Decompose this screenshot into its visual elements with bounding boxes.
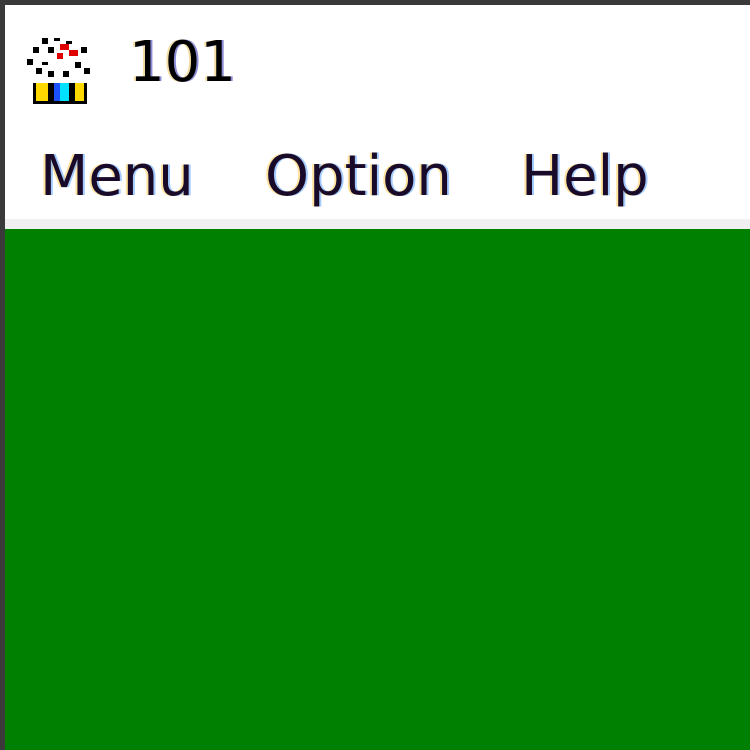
menu-item-menu[interactable]: Menu xyxy=(40,145,194,209)
menu-item-option[interactable]: Option xyxy=(265,145,452,209)
game-table-felt[interactable] xyxy=(5,229,750,750)
menu-bar: Menu Option Help xyxy=(5,123,750,219)
app-icon xyxy=(18,35,96,107)
window-title: 101 xyxy=(129,30,236,95)
menu-item-help[interactable]: Help xyxy=(521,145,649,209)
title-bar[interactable]: 101 xyxy=(5,5,750,123)
menu-divider xyxy=(5,219,750,229)
app-window: 101 Menu Option Help xyxy=(5,5,750,750)
